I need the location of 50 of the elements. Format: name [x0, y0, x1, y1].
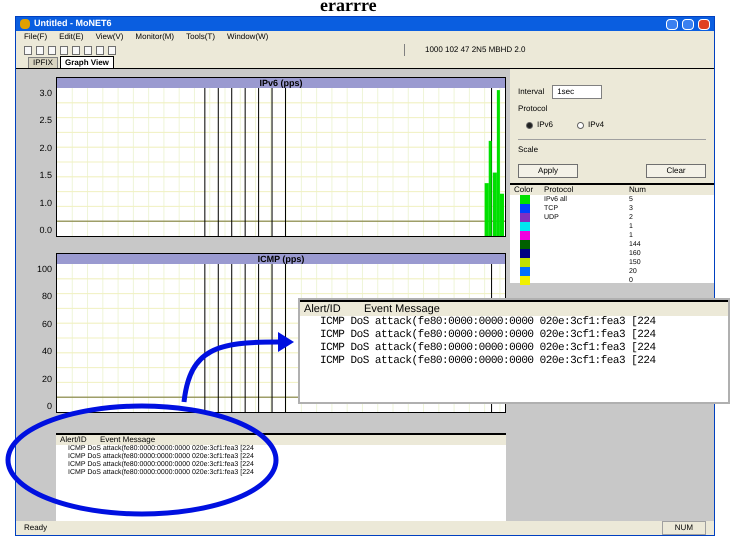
axis-label: 2.0 — [39, 144, 52, 153]
chart-title: ICMP (pps) — [57, 254, 505, 264]
axis-label: 1.0 — [39, 198, 52, 208]
maximize-button[interactable] — [682, 18, 694, 30]
tab[interactable]: Graph View — [60, 56, 114, 68]
axis-label: 60 — [42, 320, 52, 329]
window-title: Untitled - MoNET6 — [34, 17, 112, 30]
axis-label: 100 — [36, 265, 52, 274]
axis-label: 3.0 — [39, 89, 52, 98]
close-button[interactable] — [698, 18, 710, 30]
menu-item[interactable]: Edit(E) — [59, 31, 84, 43]
column-header[interactable]: Event Message — [96, 435, 160, 445]
axis-label: 2.5 — [39, 116, 52, 126]
column-header[interactable]: Color — [510, 185, 540, 195]
column-header: Event Message — [363, 302, 441, 316]
status-text: Ready — [24, 522, 48, 534]
menu-item[interactable]: Tools(T) — [186, 31, 215, 43]
column-header: Alert/ID — [303, 302, 342, 316]
event-row-text: ICMP DoS attack(fe80:0000:0000:0000 020e:3cf1:fea3 [224 — [319, 316, 657, 329]
event-row-text: ICMP DoS attack(fe80:0000:0000:0000 020e:3cf1:fea3 [224 — [319, 355, 657, 368]
panel-button[interactable]: Clear — [646, 164, 706, 178]
group-label: Protocol — [518, 103, 548, 115]
radio-option[interactable]: IPv4 — [577, 119, 604, 131]
radio-option[interactable]: IPv6 — [526, 119, 554, 131]
interval-field[interactable]: 1sec — [552, 85, 602, 99]
status-text: 1000 102 47 2N5 MBHD 2.0 — [425, 44, 526, 56]
panel-button[interactable]: Apply — [518, 164, 578, 178]
menu-item[interactable]: View(V) — [96, 31, 124, 43]
tab[interactable]: IPFIX — [28, 57, 58, 68]
column-header[interactable]: Alert/ID — [56, 435, 96, 445]
column-header[interactable]: Protocol — [540, 185, 625, 195]
event-row-text: ICMP DoS attack(fe80:0000:0000:0000 020e:3cf1:fea3 [224 — [319, 329, 657, 342]
axis-label: 1.5 — [39, 171, 52, 180]
axis-label: 40 — [42, 347, 52, 356]
group-label: Scale — [518, 144, 540, 156]
axis-label: 80 — [42, 292, 52, 302]
page-heading: erarrre — [320, 0, 377, 14]
axis-label: 20 — [42, 374, 52, 384]
menu-item[interactable]: Window(W) — [226, 31, 268, 43]
menu-item[interactable]: Monitor(M) — [135, 31, 174, 43]
column-header[interactable]: Num — [625, 185, 714, 195]
minimize-button[interactable] — [666, 18, 678, 30]
axis-label: 0 — [46, 402, 52, 411]
field-label: Interval — [518, 86, 544, 98]
app-icon — [20, 19, 30, 29]
chart-title: IPv6 (pps) — [57, 78, 505, 88]
menu-item[interactable]: File(F) — [24, 31, 48, 43]
event-row-text: ICMP DoS attack(fe80:0000:0000:0000 020e:3cf1:fea3 [224 — [319, 342, 657, 355]
status-indicator: NUM — [662, 521, 706, 535]
axis-label: 0.0 — [39, 226, 52, 235]
